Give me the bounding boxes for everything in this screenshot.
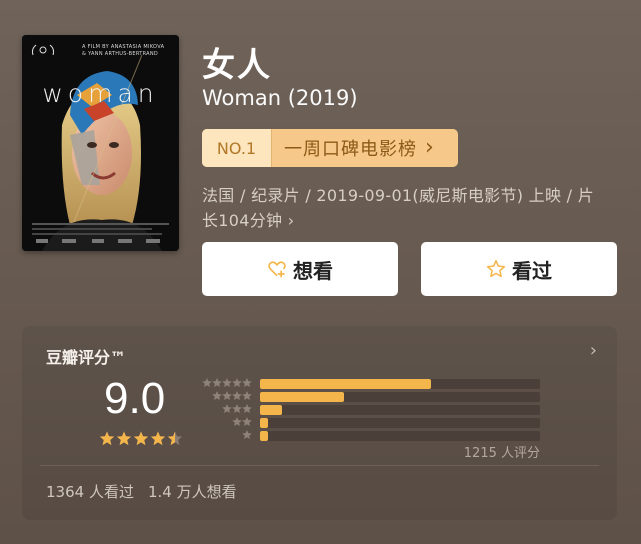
distribution-bar: [260, 405, 283, 415]
star-small-icon: [242, 378, 252, 388]
distribution-row-2-star: [198, 417, 548, 429]
rank-list-label: 一周口碑电影榜: [284, 139, 417, 160]
poster-credits: A FILM BY ANASTASIA MIKOVA & YANN ARTHUS…: [82, 44, 164, 58]
star-filled-icon: [150, 431, 166, 446]
festival-laurel-icon: [31, 44, 55, 56]
distribution-stars-icon: [212, 391, 252, 401]
divider: [40, 465, 599, 466]
distribution-stars-icon: [232, 417, 252, 427]
rating-count: 1215 人评分: [463, 446, 540, 461]
want-label: 想看: [293, 258, 333, 283]
star-small-icon: [212, 378, 222, 388]
distribution-row-1-star: [198, 430, 548, 442]
rank-number: NO.1: [202, 129, 272, 167]
movie-poster[interactable]: A FILM BY ANASTASIA MIKOVA & YANN ARTHUS…: [22, 35, 179, 251]
rank-list-name: 一周口碑电影榜 ›: [272, 129, 458, 167]
star-small-icon: [232, 378, 242, 388]
watch-stats: 1364 人看过 1.4 万人想看: [46, 481, 237, 502]
rating-label: 豆瓣评分™: [46, 348, 127, 367]
star-small-icon: [232, 404, 242, 414]
poster-title: woman: [42, 79, 159, 108]
star-small-icon: [242, 430, 252, 440]
chevron-right-icon: ›: [425, 135, 435, 160]
star-small-icon: [242, 417, 252, 427]
star-filled-icon: [116, 431, 132, 446]
seen-label: 看过: [512, 258, 552, 283]
star-outline-icon: [486, 259, 506, 278]
poster-credit-line: & YANN ARTHUS-BERTRAND: [82, 51, 159, 57]
distribution-stars-icon: [222, 404, 252, 414]
distribution-track: [260, 418, 540, 428]
meta-line: 法国 / 纪录片 / 2019-09-01(威尼斯电影节) 上映 / 片: [202, 186, 595, 205]
distribution-track: [260, 379, 540, 389]
star-small-icon: [242, 404, 252, 414]
want-count: 1.4 万人想看: [147, 483, 237, 501]
douban-rating-card[interactable]: 豆瓣评分™ › 9.0 1215 人评分 1364 人看过 1.4 万人想看: [22, 326, 617, 520]
rating-score: 9.0: [104, 374, 166, 423]
rating-stars: [99, 431, 183, 446]
ranking-badge[interactable]: NO.1 一周口碑电影榜 ›: [202, 129, 458, 167]
distribution-track: [260, 431, 540, 441]
distribution-row-4-star: [198, 391, 548, 403]
star-small-icon: [232, 417, 242, 427]
star-filled-icon: [133, 431, 149, 446]
star-small-icon: [202, 378, 212, 388]
poster-artwork: [22, 35, 179, 251]
chevron-right-icon[interactable]: ›: [590, 340, 597, 361]
distribution-bar: [260, 418, 269, 428]
star-small-icon: [222, 378, 232, 388]
distribution-bar: [260, 431, 269, 441]
movie-meta-info[interactable]: 法国 / 纪录片 / 2019-09-01(威尼斯电影节) 上映 / 片 长10…: [202, 183, 614, 233]
distribution-stars-icon: [242, 430, 252, 440]
movie-title-chinese: 女人: [202, 45, 272, 84]
star-small-icon: [242, 391, 252, 401]
distribution-bar: [260, 379, 431, 389]
star-small-icon: [222, 404, 232, 414]
distribution-row-3-star: [198, 404, 548, 416]
distribution-stars-icon: [202, 378, 252, 388]
seen-count: 1364 人看过: [46, 483, 134, 501]
star-filled-icon: [99, 431, 115, 446]
star-small-icon: [222, 391, 232, 401]
distribution-bar: [260, 392, 344, 402]
meta-line: 长104分钟 ›: [202, 211, 295, 230]
movie-title-english: Woman (2019): [202, 86, 358, 110]
have-watched-button[interactable]: 看过: [421, 242, 617, 296]
poster-credit-line: A FILM BY ANASTASIA MIKOVA: [82, 44, 165, 50]
star-small-icon: [232, 391, 242, 401]
want-to-watch-button[interactable]: 想看: [202, 242, 398, 296]
distribution-track: [260, 392, 540, 402]
distribution-track: [260, 405, 540, 415]
star-small-icon: [212, 391, 222, 401]
heart-plus-icon: [268, 261, 286, 278]
distribution-row-5-star: [198, 378, 548, 390]
